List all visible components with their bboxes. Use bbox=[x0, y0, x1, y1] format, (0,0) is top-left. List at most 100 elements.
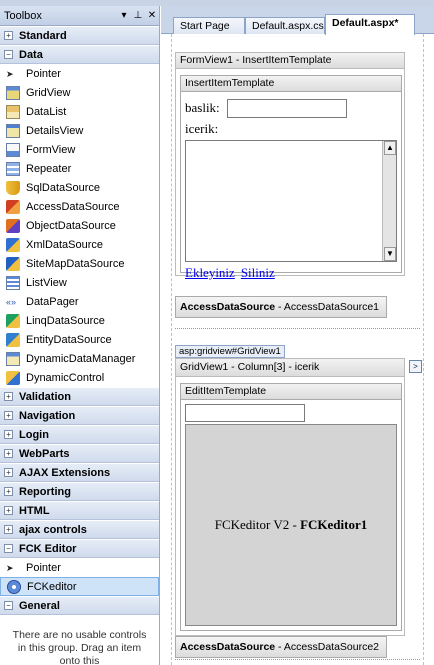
baslik-input[interactable] bbox=[227, 99, 347, 118]
toolbox-item-accessdatasource[interactable]: AccessDataSource bbox=[0, 197, 159, 216]
toolbox-titlebar: Toolbox ▾ ⊥ ✕ bbox=[0, 6, 159, 26]
toolbox-group-webparts[interactable]: + WebParts bbox=[0, 444, 159, 463]
toolbox-item-datalist[interactable]: DataList bbox=[0, 102, 159, 121]
toolbox-item-label: ListView bbox=[26, 276, 67, 289]
toolbox-group-fck-editor[interactable]: − FCK Editor bbox=[0, 539, 159, 558]
toolbox-item-datapager[interactable]: «» DataPager bbox=[0, 292, 159, 311]
scroll-up-icon[interactable]: ▲ bbox=[384, 141, 396, 155]
expand-icon[interactable]: + bbox=[4, 430, 13, 439]
toolbox-item-fck-fckeditor[interactable]: FCKeditor bbox=[0, 577, 159, 596]
toolbox-group-validation[interactable]: + Validation bbox=[0, 387, 159, 406]
expand-icon[interactable]: + bbox=[4, 449, 13, 458]
icerik-textarea[interactable]: ▲ ▼ bbox=[185, 140, 397, 262]
fckeditor-placeholder[interactable]: FCKeditor V2 - FCKeditor1 bbox=[185, 424, 397, 626]
empty-group-note: There are no usable controls in this gro… bbox=[12, 629, 147, 665]
toolbox-group-login[interactable]: + Login bbox=[0, 425, 159, 444]
smart-tag-button[interactable]: > bbox=[409, 360, 422, 373]
toolbox-item-dynamicdatamanager[interactable]: DynamicDataManager bbox=[0, 349, 159, 368]
pin-icon[interactable]: ⊥ bbox=[131, 10, 145, 21]
toolbox-item-dynamiccontrol[interactable]: DynamicControl bbox=[0, 368, 159, 387]
collapse-icon[interactable]: − bbox=[4, 601, 13, 610]
formview-icon bbox=[6, 142, 20, 157]
toolbox-item-entitydatasource[interactable]: EntityDataSource bbox=[0, 330, 159, 349]
collapse-icon[interactable]: − bbox=[4, 544, 13, 553]
listview-icon bbox=[6, 275, 20, 290]
section-divider-bottom bbox=[175, 659, 420, 660]
accessdatasource-icon bbox=[6, 199, 20, 214]
toolbox-item-sitemapdatasource[interactable]: SiteMapDataSource bbox=[0, 254, 159, 273]
toolbox-group-data[interactable]: − Data bbox=[0, 45, 159, 64]
toolbox-item-label: DataPager bbox=[26, 295, 79, 308]
toolbox-group-reporting[interactable]: + Reporting bbox=[0, 482, 159, 501]
toolbox-item-repeater[interactable]: Repeater bbox=[0, 159, 159, 178]
toolbox-item-label: GridView bbox=[26, 86, 71, 99]
toolbox-item-listview[interactable]: ListView bbox=[0, 273, 159, 292]
baslik-label: baslik: bbox=[185, 100, 220, 115]
expand-icon[interactable]: + bbox=[4, 392, 13, 401]
toolbox-group-label: Navigation bbox=[19, 409, 76, 422]
toolbox-item-detailsview[interactable]: DetailsView bbox=[0, 121, 159, 140]
textarea-scrollbar[interactable]: ▲ ▼ bbox=[382, 141, 396, 261]
formview1-title: FormView1 - InsertItemTemplate bbox=[176, 53, 404, 69]
fck-id: FCKeditor1 bbox=[300, 517, 368, 532]
accessdatasource2-control[interactable]: AccessDataSource - AccessDataSource2 bbox=[175, 636, 387, 658]
collapse-icon[interactable]: − bbox=[4, 50, 13, 59]
toolbox-group-label: Standard bbox=[19, 29, 67, 42]
toolbox-group-label: HTML bbox=[19, 504, 50, 517]
ekleyiniz-link[interactable]: Ekleyiniz bbox=[185, 265, 235, 280]
toolbox-group-label: FCK Editor bbox=[19, 542, 77, 555]
toolbox-item-label: DynamicControl bbox=[26, 371, 105, 384]
toolbox-item-gridview[interactable]: GridView bbox=[0, 83, 159, 102]
toolbox-item-xmldatasource[interactable]: XmlDataSource bbox=[0, 235, 159, 254]
toolbox-item-label: FormView bbox=[26, 143, 76, 156]
toolbox-item-label: ObjectDataSource bbox=[26, 219, 116, 232]
expand-icon[interactable]: + bbox=[4, 487, 13, 496]
toolbox-body: + Standard − Data ➤ Pointer GridView DataList De… bbox=[0, 26, 159, 665]
accessdatasource1-control[interactable]: AccessDataSource - AccessDataSource1 bbox=[175, 296, 387, 318]
toolbox-item-formview[interactable]: FormView bbox=[0, 140, 159, 159]
expand-icon[interactable]: + bbox=[4, 31, 13, 40]
toolbox-item-label: EntityDataSource bbox=[26, 333, 112, 346]
close-icon[interactable]: ✕ bbox=[145, 10, 159, 21]
toolbox-group-ajax-extensions[interactable]: + AJAX Extensions bbox=[0, 463, 159, 482]
scroll-down-icon[interactable]: ▼ bbox=[384, 247, 396, 261]
tab-default-aspx[interactable]: Default.aspx* bbox=[325, 14, 415, 35]
template-links: Ekleyiniz Siliniz bbox=[185, 265, 281, 281]
toolbox-group-html[interactable]: + HTML bbox=[0, 501, 159, 520]
tab-start-page[interactable]: Start Page bbox=[173, 17, 245, 34]
toolbox-group-label: General bbox=[19, 599, 60, 612]
expand-icon[interactable]: + bbox=[4, 468, 13, 477]
toolbox-item-linqdatasource[interactable]: LinqDataSource bbox=[0, 311, 159, 330]
toolbox-group-standard[interactable]: + Standard bbox=[0, 26, 159, 45]
toolbox-group-navigation[interactable]: + Navigation bbox=[0, 406, 159, 425]
toolbox-group-general[interactable]: − General bbox=[0, 596, 159, 615]
edit-input[interactable] bbox=[185, 404, 305, 422]
toolbox-panel: Toolbox ▾ ⊥ ✕ + Standard − Data ➤ Pointer Grid… bbox=[0, 6, 160, 665]
toolbox-item-objectdatasource[interactable]: ObjectDataSource bbox=[0, 216, 159, 235]
tab-default-aspx-cs[interactable]: Default.aspx.cs bbox=[245, 17, 325, 34]
design-guide-right bbox=[423, 34, 424, 665]
toolbox-item-label: SiteMapDataSource bbox=[26, 257, 125, 270]
formview1-control[interactable]: FormView1 - InsertItemTemplate InsertIte… bbox=[175, 52, 405, 280]
toolbox-group-label: Validation bbox=[19, 390, 71, 403]
toolbox-item-label: SqlDataSource bbox=[26, 181, 100, 194]
dropdown-icon[interactable]: ▾ bbox=[117, 10, 131, 21]
gridview1-control[interactable]: GridView1 - Column[3] - icerik EditItemT… bbox=[175, 358, 405, 636]
ads2-type: AccessDataSource bbox=[180, 641, 276, 653]
pointer-icon: ➤ bbox=[6, 562, 14, 573]
siliniz-link[interactable]: Siliniz bbox=[241, 265, 275, 280]
toolbox-item-pointer[interactable]: ➤ Pointer bbox=[0, 64, 159, 83]
toolbox-group-label: Data bbox=[19, 48, 43, 61]
expand-icon[interactable]: + bbox=[4, 411, 13, 420]
toolbox-group-ajax-controls[interactable]: + ajax controls bbox=[0, 520, 159, 539]
expand-icon[interactable]: + bbox=[4, 525, 13, 534]
toolbox-item-sqldatasource[interactable]: SqlDataSource bbox=[0, 178, 159, 197]
expand-icon[interactable]: + bbox=[4, 506, 13, 515]
sqldatasource-icon bbox=[6, 180, 20, 195]
dynamicdatamanager-icon bbox=[6, 351, 20, 366]
toolbox-item-label: Repeater bbox=[26, 162, 72, 175]
pointer-icon: ➤ bbox=[6, 68, 14, 79]
toolbox-group-label: ajax controls bbox=[19, 523, 87, 536]
icerik-label: icerik: bbox=[185, 121, 219, 136]
toolbox-item-fck-pointer[interactable]: ➤ Pointer bbox=[0, 558, 159, 577]
